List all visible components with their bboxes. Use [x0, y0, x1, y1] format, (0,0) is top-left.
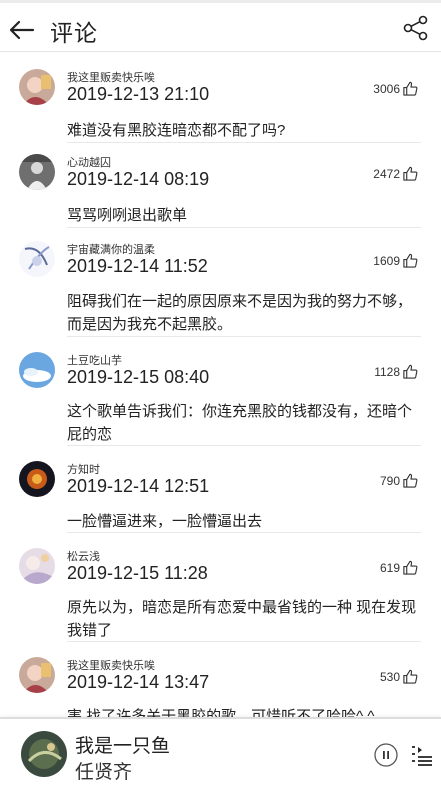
comment-timestamp: 2019-12-14 13:47: [67, 672, 210, 692]
comment-item: 方知时 2019-12-14 12:51 790 一脸懵逼进来，一脸懵逼出去: [0, 444, 441, 530]
comment-text: 害 找了许多关于黑胶的歌，可惜听不了哈哈^ ^: [67, 708, 375, 717]
comment-text: 阻碍我们在一起的原因原来不是因为我的努力不够，而是因为我充不起黑胶。: [67, 293, 413, 333]
comment-timestamp: 2019-12-15 11:28: [67, 563, 208, 583]
comment-username[interactable]: 宇宙藏满你的温柔: [67, 241, 155, 257]
avatar[interactable]: [19, 657, 55, 693]
comment-item: 土豆吃山芋 2019-12-15 08:40 1128 这个歌单告诉我们：你连充…: [0, 335, 441, 445]
like-count: 1128: [374, 364, 400, 379]
album-cover[interactable]: [21, 731, 67, 777]
comment-username[interactable]: 我这里贩卖快乐唉: [67, 657, 155, 673]
comment-timestamp: 2019-12-14 08:19: [67, 169, 210, 189]
like-button[interactable]: 1609: [373, 252, 419, 269]
comment-item: 宇宙藏满你的温柔 2019-12-14 11:52 1609 阻碍我们在一起的原…: [0, 224, 441, 334]
avatar[interactable]: [19, 352, 55, 388]
thumbs-up-icon: [403, 253, 418, 268]
like-button[interactable]: 619: [380, 559, 419, 576]
like-count: 1609: [373, 253, 400, 268]
comment-username[interactable]: 土豆吃山芋: [67, 352, 122, 368]
comment-item: 心动越囚 2019-12-14 08:19 2472 骂骂咧咧退出歌单: [0, 137, 441, 224]
comment-list[interactable]: 我这里贩卖快乐唉 2019-12-13 21:10 3006 难道没有黑胶连暗恋…: [0, 52, 441, 717]
avatar[interactable]: [19, 548, 55, 584]
thumbs-up-icon: [403, 669, 418, 684]
comment-timestamp: 2019-12-14 11:52: [67, 256, 208, 276]
comment-item: 我这里贩卖快乐唉 2019-12-13 21:10 3006 难道没有黑胶连暗恋…: [0, 52, 441, 139]
comment-username[interactable]: 我这里贩卖快乐唉: [67, 69, 155, 85]
avatar[interactable]: [19, 154, 55, 190]
like-count: 3006: [373, 81, 400, 96]
thumbs-up-icon: [403, 166, 418, 181]
comment-username[interactable]: 心动越囚: [67, 154, 111, 170]
like-button[interactable]: 3006: [373, 80, 419, 97]
comment-timestamp: 2019-12-14 12:51: [67, 476, 210, 496]
comment-timestamp: 2019-12-15 08:40: [67, 367, 210, 387]
comment-item: 我这里贩卖快乐唉 2019-12-14 13:47 530 害 找了许多关于黑胶…: [0, 640, 441, 717]
thumbs-up-icon: [403, 364, 418, 379]
mini-player[interactable]: 我是一只鱼 任贤齐: [0, 717, 441, 788]
comment-text: 原先以为，暗恋是所有恋爱中最省钱的一种 现在发现我错了: [67, 599, 417, 639]
back-arrow-icon[interactable]: [8, 16, 36, 44]
comment-item: 松云浅 2019-12-15 11:28 619 原先以为，暗恋是所有恋爱中最省…: [0, 531, 441, 641]
avatar[interactable]: [19, 69, 55, 105]
comment-username[interactable]: 方知时: [67, 461, 100, 477]
page-title: 评论: [50, 20, 98, 46]
thumbs-up-icon: [403, 473, 418, 488]
comment-timestamp: 2019-12-13 21:10: [67, 84, 210, 104]
song-title: 我是一只鱼: [75, 736, 171, 757]
comment-text: 这个歌单告诉我们：你连充黑胶的钱都没有，还暗个屁的恋: [67, 403, 413, 443]
like-count: 790: [379, 473, 400, 488]
header-bar: 评论: [0, 0, 441, 52]
like-button[interactable]: 2472: [373, 165, 419, 182]
like-count: 2472: [373, 166, 400, 181]
pause-icon[interactable]: [374, 743, 398, 767]
artist-name: 任贤齐: [75, 762, 133, 783]
avatar[interactable]: [19, 461, 55, 497]
playlist-icon[interactable]: [411, 744, 433, 766]
thumbs-up-icon: [403, 560, 418, 575]
thumbs-up-icon: [403, 81, 418, 96]
like-button[interactable]: 530: [380, 668, 419, 685]
like-count: 530: [379, 669, 400, 684]
comment-username[interactable]: 松云浅: [67, 548, 100, 564]
like-button[interactable]: 790: [380, 472, 419, 489]
avatar[interactable]: [19, 241, 55, 277]
comment-text: 一脸懵逼进来，一脸懵逼出去: [67, 513, 263, 530]
like-button[interactable]: 1128: [374, 363, 419, 380]
like-count: 619: [379, 560, 400, 575]
share-icon[interactable]: [403, 15, 429, 41]
